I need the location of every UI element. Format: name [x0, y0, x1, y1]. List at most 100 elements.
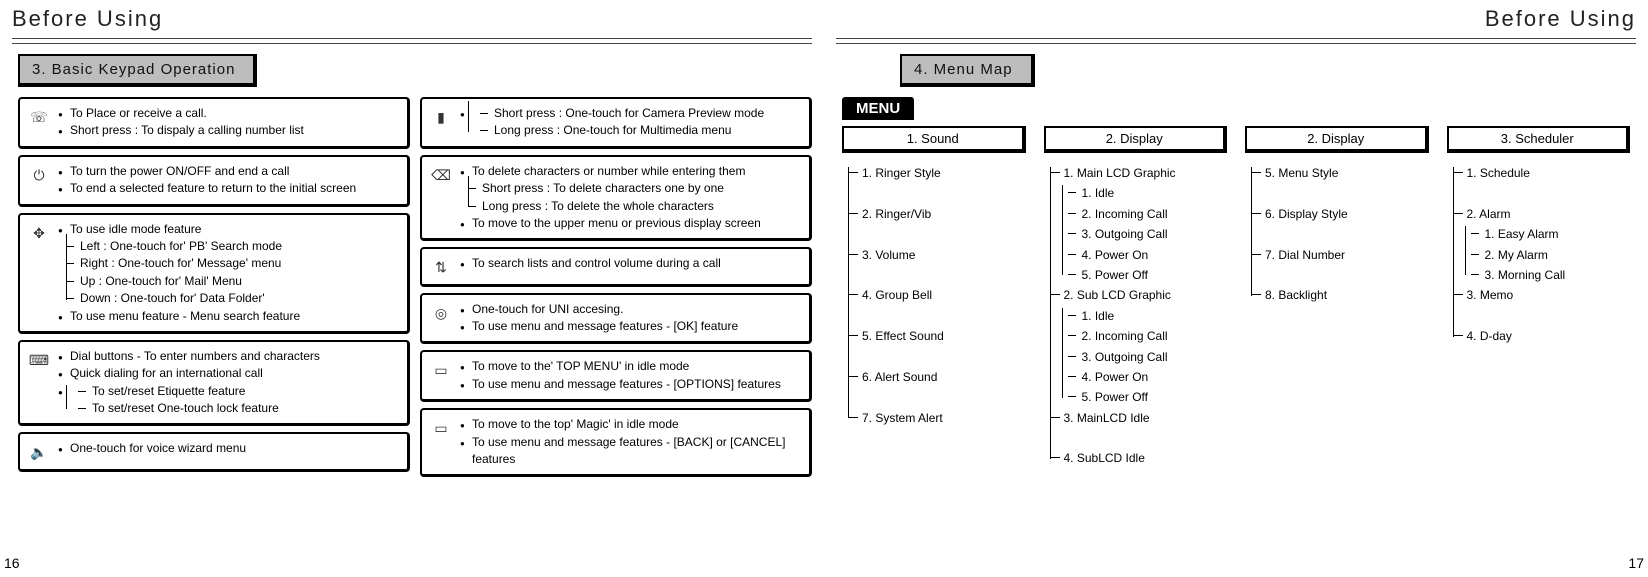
keypad-columns: ☏ To Place or receive a call. Short pres…	[12, 97, 812, 477]
text: Short press : One-touch for Camera Previ…	[472, 105, 803, 122]
text: Up : One-touch for' Mail' Menu	[58, 273, 401, 290]
tree: 1. Ringer Style 2. Ringer/Vib 3. Volume …	[842, 163, 1026, 428]
text: To move to the upper menu or previous di…	[460, 215, 803, 232]
text: To turn the power ON/OFF and end a call	[58, 163, 401, 180]
text: To search lists and control volume durin…	[460, 255, 803, 272]
tree-item: 1. Main LCD Graphic	[1058, 163, 1228, 183]
tree-subitem: 4. Power On	[1076, 367, 1228, 387]
section-title-wrap: 3. Basic Keypad Operation	[18, 54, 812, 87]
tree-item: 7. System Alert	[856, 408, 1026, 428]
kp-box-power: ⏻ To turn the power ON/OFF and end a cal…	[18, 155, 410, 207]
page-spread: Before Using 3. Basic Keypad Operation ☏…	[0, 0, 1648, 577]
kp-box-uni: ◎ One-touch for UNI accesing. To use men…	[420, 293, 812, 345]
text: Short press : To dispaly a calling numbe…	[58, 122, 401, 139]
section-title-menumap: 4. Menu Map	[900, 54, 1035, 87]
menu-badge-wrap: MENU	[836, 97, 1636, 120]
tree-item: 7. Dial Number	[1259, 245, 1429, 265]
header-rule	[836, 38, 1636, 44]
tree-item: 4. Group Bell	[856, 285, 1026, 305]
section-title-keypad: 3. Basic Keypad Operation	[18, 54, 257, 87]
tree-subitem: 2. Incoming Call	[1076, 204, 1228, 224]
text: To move to the top' Magic' in idle mode	[460, 416, 803, 433]
left-page: Before Using 3. Basic Keypad Operation ☏…	[0, 0, 824, 577]
tree-item: 2. Sub LCD Graphic	[1058, 285, 1228, 305]
tree-item: 4. D-day	[1461, 326, 1631, 346]
menu-col-title: 3. Scheduler	[1447, 126, 1631, 153]
tree-subitem: 3. Outgoing Call	[1076, 224, 1228, 244]
ok-key-icon: ◎	[428, 301, 454, 323]
kp-box-camera: ▮ Short press : One-touch for Camera Pre…	[420, 97, 812, 149]
menu-columns: 1. Sound 1. Ringer Style 2. Ringer/Vib 3…	[836, 120, 1636, 469]
tree-item: 2. Alarm	[1461, 204, 1631, 224]
menu-col-display-b: 2. Display 5. Menu Style 6. Display Styl…	[1245, 126, 1429, 469]
page-number-right: 17	[1628, 555, 1644, 571]
tree-item: 1. Schedule	[1461, 163, 1631, 183]
tree-subitem: 5. Power Off	[1076, 387, 1228, 407]
tree-item: 5. Menu Style	[1259, 163, 1429, 183]
kp-box-magic: ▭ To move to the top' Magic' in idle mod…	[420, 408, 812, 477]
tree-subitem: 4. Power On	[1076, 245, 1228, 265]
camera-key-icon: ▮	[428, 105, 454, 127]
tree-subitem: 3. Outgoing Call	[1076, 347, 1228, 367]
tree: 5. Menu Style 6. Display Style 7. Dial N…	[1245, 163, 1429, 306]
text: To use menu and message features - [OK] …	[460, 318, 803, 335]
kp-box-voice: 🔈 One-touch for voice wizard menu	[18, 432, 410, 471]
tree: 1. Schedule 2. Alarm 1. Easy Alarm 2. My…	[1447, 163, 1631, 347]
menu-col-scheduler: 3. Scheduler 1. Schedule 2. Alarm 1. Eas…	[1447, 126, 1631, 469]
kp-box-nav: ✥ To use idle mode feature Left : One-to…	[18, 213, 410, 334]
text: Long press : One-touch for Multimedia me…	[472, 122, 803, 139]
text: To set/reset One-touch lock feature	[70, 400, 401, 417]
tree-sublist: 1. Idle 2. Incoming Call 3. Outgoing Cal…	[1058, 306, 1228, 408]
text: To use idle mode feature	[58, 221, 401, 238]
text: One-touch for UNI accesing.	[460, 301, 803, 318]
volume-key-icon: ⇅	[428, 255, 454, 277]
softkey-left-icon: ▭	[428, 358, 454, 380]
tree: 1. Main LCD Graphic 1. Idle 2. Incoming …	[1044, 163, 1228, 469]
send-key-icon: ☏	[26, 105, 52, 127]
navpad-icon: ✥	[26, 221, 52, 243]
voice-key-icon: 🔈	[26, 440, 52, 462]
menu-col-title: 2. Display	[1044, 126, 1228, 153]
header-rule	[12, 38, 812, 44]
text: Down : One-touch for' Data Folder'	[58, 290, 401, 307]
tree-subitem: 1. Idle	[1076, 306, 1228, 326]
kp-box-call: ☏ To Place or receive a call. Short pres…	[18, 97, 410, 149]
text: Left : One-touch for' PB' Search mode	[58, 238, 401, 255]
tree-subitem: 5. Power Off	[1076, 265, 1228, 285]
text: Quick dialing for an international call	[58, 365, 401, 382]
softkey-right-icon: ▭	[428, 416, 454, 438]
text: To use menu feature - Menu search featur…	[58, 308, 401, 325]
menu-badge: MENU	[842, 97, 914, 120]
text: Right : One-touch for' Message' menu	[58, 255, 401, 272]
text: Short press : To delete characters one b…	[460, 180, 803, 197]
kp-box-volume: ⇅ To search lists and control volume dur…	[420, 247, 812, 286]
text: To use menu and message features - [BACK…	[460, 434, 803, 469]
keypad-grid-icon: ⌨	[26, 348, 52, 370]
tree-subitem: 2. Incoming Call	[1076, 326, 1228, 346]
tree-item: 1. Ringer Style	[856, 163, 1026, 183]
kp-box-clear: ⌫ To delete characters or number while e…	[420, 155, 812, 242]
tree-sublist: 1. Easy Alarm 2. My Alarm 3. Morning Cal…	[1461, 224, 1631, 285]
text: To use menu and message features - [OPTI…	[460, 376, 803, 393]
tree-subitem: 1. Idle	[1076, 183, 1228, 203]
menu-col-sound: 1. Sound 1. Ringer Style 2. Ringer/Vib 3…	[842, 126, 1026, 469]
section-title-wrap: 4. Menu Map	[900, 54, 1636, 87]
keypad-col-left: ☏ To Place or receive a call. Short pres…	[18, 97, 410, 477]
menu-col-title: 2. Display	[1245, 126, 1429, 153]
text: Dial buttons - To enter numbers and char…	[58, 348, 401, 365]
tree-item: 4. SubLCD Idle	[1058, 448, 1228, 468]
text: To Place or receive a call.	[58, 105, 401, 122]
kp-box-dial: ⌨ Dial buttons - To enter numbers and ch…	[18, 340, 410, 427]
text: To move to the' TOP MENU' in idle mode	[460, 358, 803, 375]
tree-item: 6. Display Style	[1259, 204, 1429, 224]
menu-col-display-a: 2. Display 1. Main LCD Graphic 1. Idle 2…	[1044, 126, 1228, 469]
tree-subitem: 1. Easy Alarm	[1479, 224, 1631, 244]
page-number-left: 16	[4, 555, 20, 571]
page-header-left: Before Using	[12, 4, 812, 38]
text: One-touch for voice wizard menu	[58, 440, 401, 457]
menu-col-title: 1. Sound	[842, 126, 1026, 153]
text: To set/reset Etiquette feature	[70, 383, 401, 400]
page-header-right: Before Using	[836, 4, 1636, 38]
tree-item: 8. Backlight	[1259, 285, 1429, 305]
tree-item: 3. Volume	[856, 245, 1026, 265]
